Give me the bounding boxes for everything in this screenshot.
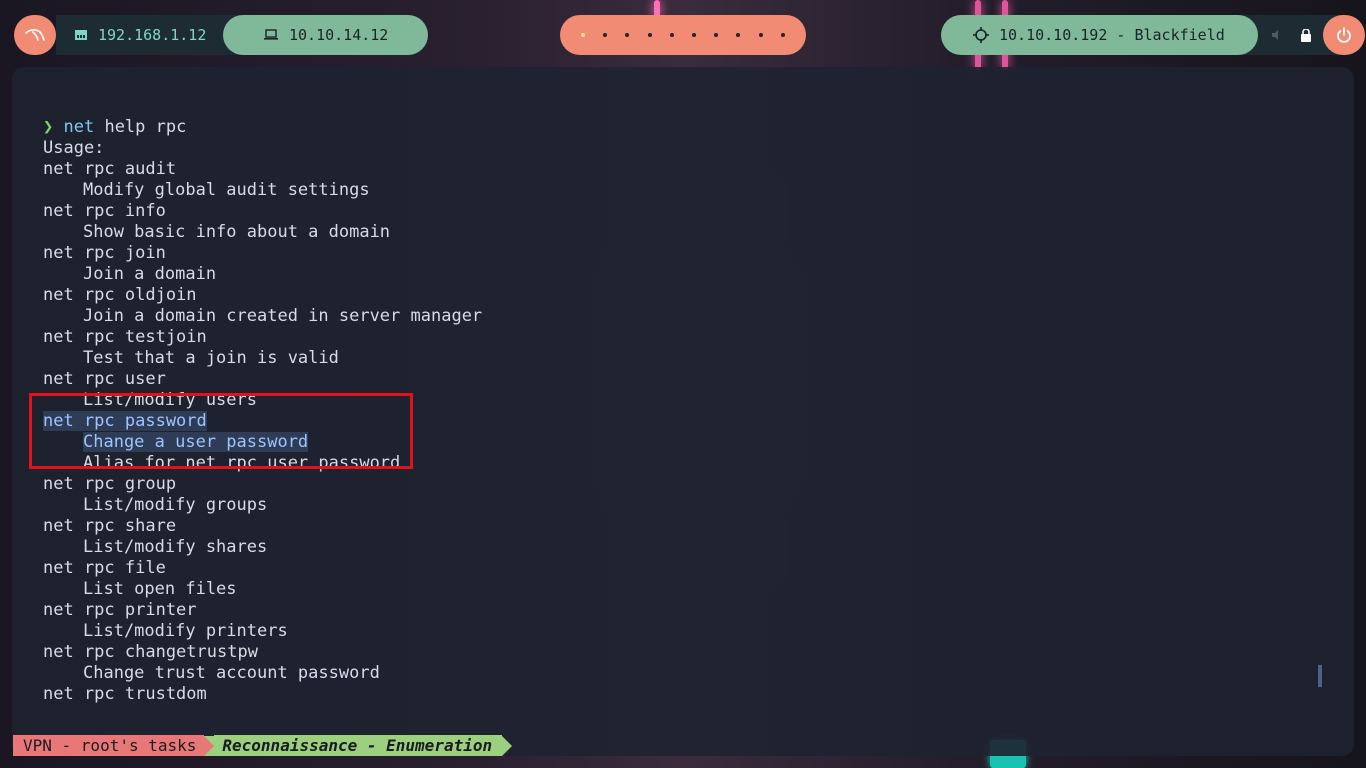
workspace-dot[interactable] bbox=[736, 33, 741, 37]
line-text: List/modify groups bbox=[83, 495, 268, 515]
network-info: 192.168.1.12 10.10.14.12 bbox=[56, 15, 428, 55]
line-text: Join a domain bbox=[83, 264, 217, 284]
laptop-icon bbox=[263, 29, 279, 41]
line-text: net rpc changetrustpw bbox=[43, 642, 258, 662]
target-segment: 10.10.10.192 - Blackfield bbox=[941, 15, 1258, 55]
command-description: Join a domain created in server manager bbox=[43, 306, 482, 327]
line-text: net rpc audit bbox=[43, 159, 177, 179]
line-text: net rpc testjoin bbox=[43, 327, 207, 347]
output-line: net rpc share bbox=[43, 516, 482, 537]
target-label: 10.10.10.192 - Blackfield bbox=[999, 26, 1225, 44]
line-text: Modify global audit settings bbox=[83, 180, 370, 200]
output-line: Usage: bbox=[43, 138, 482, 159]
command-description: List/modify groups bbox=[43, 495, 482, 516]
tmux-status-bar: VPN - root's tasks Reconnaissance - Enum… bbox=[13, 735, 513, 756]
red-highlight-box bbox=[29, 393, 413, 469]
workspace-dot[interactable] bbox=[780, 33, 785, 37]
target-info: 10.10.10.192 - Blackfield bbox=[941, 15, 1365, 55]
workspace-dot[interactable] bbox=[647, 33, 652, 37]
line-text: List/modify printers bbox=[83, 621, 288, 641]
line-text: List/modify shares bbox=[83, 537, 268, 557]
command-description: List/modify shares bbox=[43, 537, 482, 558]
ethernet-icon bbox=[74, 29, 88, 41]
line-text: Show basic info about a domain bbox=[83, 222, 391, 242]
line-text: net rpc share bbox=[43, 516, 177, 536]
power-icon bbox=[1336, 27, 1352, 43]
volume-icon[interactable] bbox=[1268, 30, 1288, 40]
command-description: List/modify printers bbox=[43, 621, 482, 642]
line-text: net rpc info bbox=[43, 201, 166, 221]
output-line: net rpc changetrustpw bbox=[43, 642, 482, 663]
command-description: Show basic info about a domain bbox=[43, 222, 482, 243]
output-line: net rpc trustdom bbox=[43, 684, 482, 705]
line-text: Join a domain created in server manager bbox=[83, 306, 483, 326]
power-button[interactable] bbox=[1323, 15, 1365, 55]
kali-menu-button[interactable] bbox=[14, 15, 56, 55]
line-text: Test that a join is valid bbox=[83, 348, 339, 368]
vpn-ip-segment: 10.10.14.12 bbox=[223, 15, 428, 55]
host-ip-segment: 192.168.1.12 bbox=[56, 15, 223, 55]
prompt-symbol: ❯ bbox=[43, 117, 54, 137]
workspace-dot[interactable] bbox=[714, 33, 719, 37]
prompt-command: net bbox=[63, 117, 95, 137]
line-text: net rpc user bbox=[43, 369, 166, 389]
output-line: net rpc printer bbox=[43, 600, 482, 621]
workspace-dot[interactable] bbox=[758, 33, 763, 37]
line-text: List open files bbox=[83, 579, 237, 599]
output-line: net rpc group bbox=[43, 474, 482, 495]
prompt-arguments: help rpc bbox=[94, 117, 187, 137]
terminal-scrollbar[interactable] bbox=[1318, 665, 1322, 687]
output-line: net rpc testjoin bbox=[43, 327, 482, 348]
output-line: net rpc user bbox=[43, 369, 482, 390]
tmux-window-name[interactable]: Reconnaissance - Enumeration bbox=[214, 735, 503, 756]
line-text: net rpc oldjoin bbox=[43, 285, 197, 305]
terminal-window[interactable]: ❯ net help rpc Usage: net rpc audit Modify… bbox=[12, 67, 1354, 756]
lock-icon[interactable] bbox=[1296, 28, 1316, 42]
command-description: List open files bbox=[43, 579, 482, 600]
output-line: net rpc info bbox=[43, 201, 482, 222]
workspace-dot[interactable] bbox=[581, 33, 586, 37]
prompt-line: ❯ net help rpc bbox=[43, 117, 482, 138]
workspace-dot[interactable] bbox=[692, 33, 697, 37]
command-description: Change trust account password bbox=[43, 663, 482, 684]
output-line: net rpc audit bbox=[43, 159, 482, 180]
line-text: net rpc printer bbox=[43, 600, 197, 620]
workspace-switcher[interactable] bbox=[560, 15, 806, 55]
tmux-session-name[interactable]: VPN - root's tasks bbox=[13, 735, 205, 756]
command-description: Test that a join is valid bbox=[43, 348, 482, 369]
tmux-separator bbox=[502, 735, 513, 756]
line-text: net rpc trustdom bbox=[43, 684, 207, 704]
output-line: net rpc file bbox=[43, 558, 482, 579]
line-text: net rpc join bbox=[43, 243, 166, 263]
command-description: Join a domain bbox=[43, 264, 482, 285]
output-line: net rpc join bbox=[43, 243, 482, 264]
crosshair-icon bbox=[973, 27, 989, 43]
line-text: net rpc group bbox=[43, 474, 177, 494]
command-description: Modify global audit settings bbox=[43, 180, 482, 201]
workspace-dot[interactable] bbox=[603, 33, 608, 37]
line-text: Change trust account password bbox=[83, 663, 380, 683]
workspace-dot[interactable] bbox=[669, 33, 674, 37]
host-ip: 192.168.1.12 bbox=[98, 26, 207, 44]
line-text: Usage: bbox=[43, 138, 105, 158]
tmux-separator bbox=[204, 735, 215, 756]
output-line: net rpc oldjoin bbox=[43, 285, 482, 306]
kali-dragon-icon bbox=[25, 27, 45, 43]
line-text: net rpc file bbox=[43, 558, 166, 578]
workspace-dot[interactable] bbox=[625, 33, 630, 37]
vpn-ip: 10.10.14.12 bbox=[289, 26, 389, 44]
